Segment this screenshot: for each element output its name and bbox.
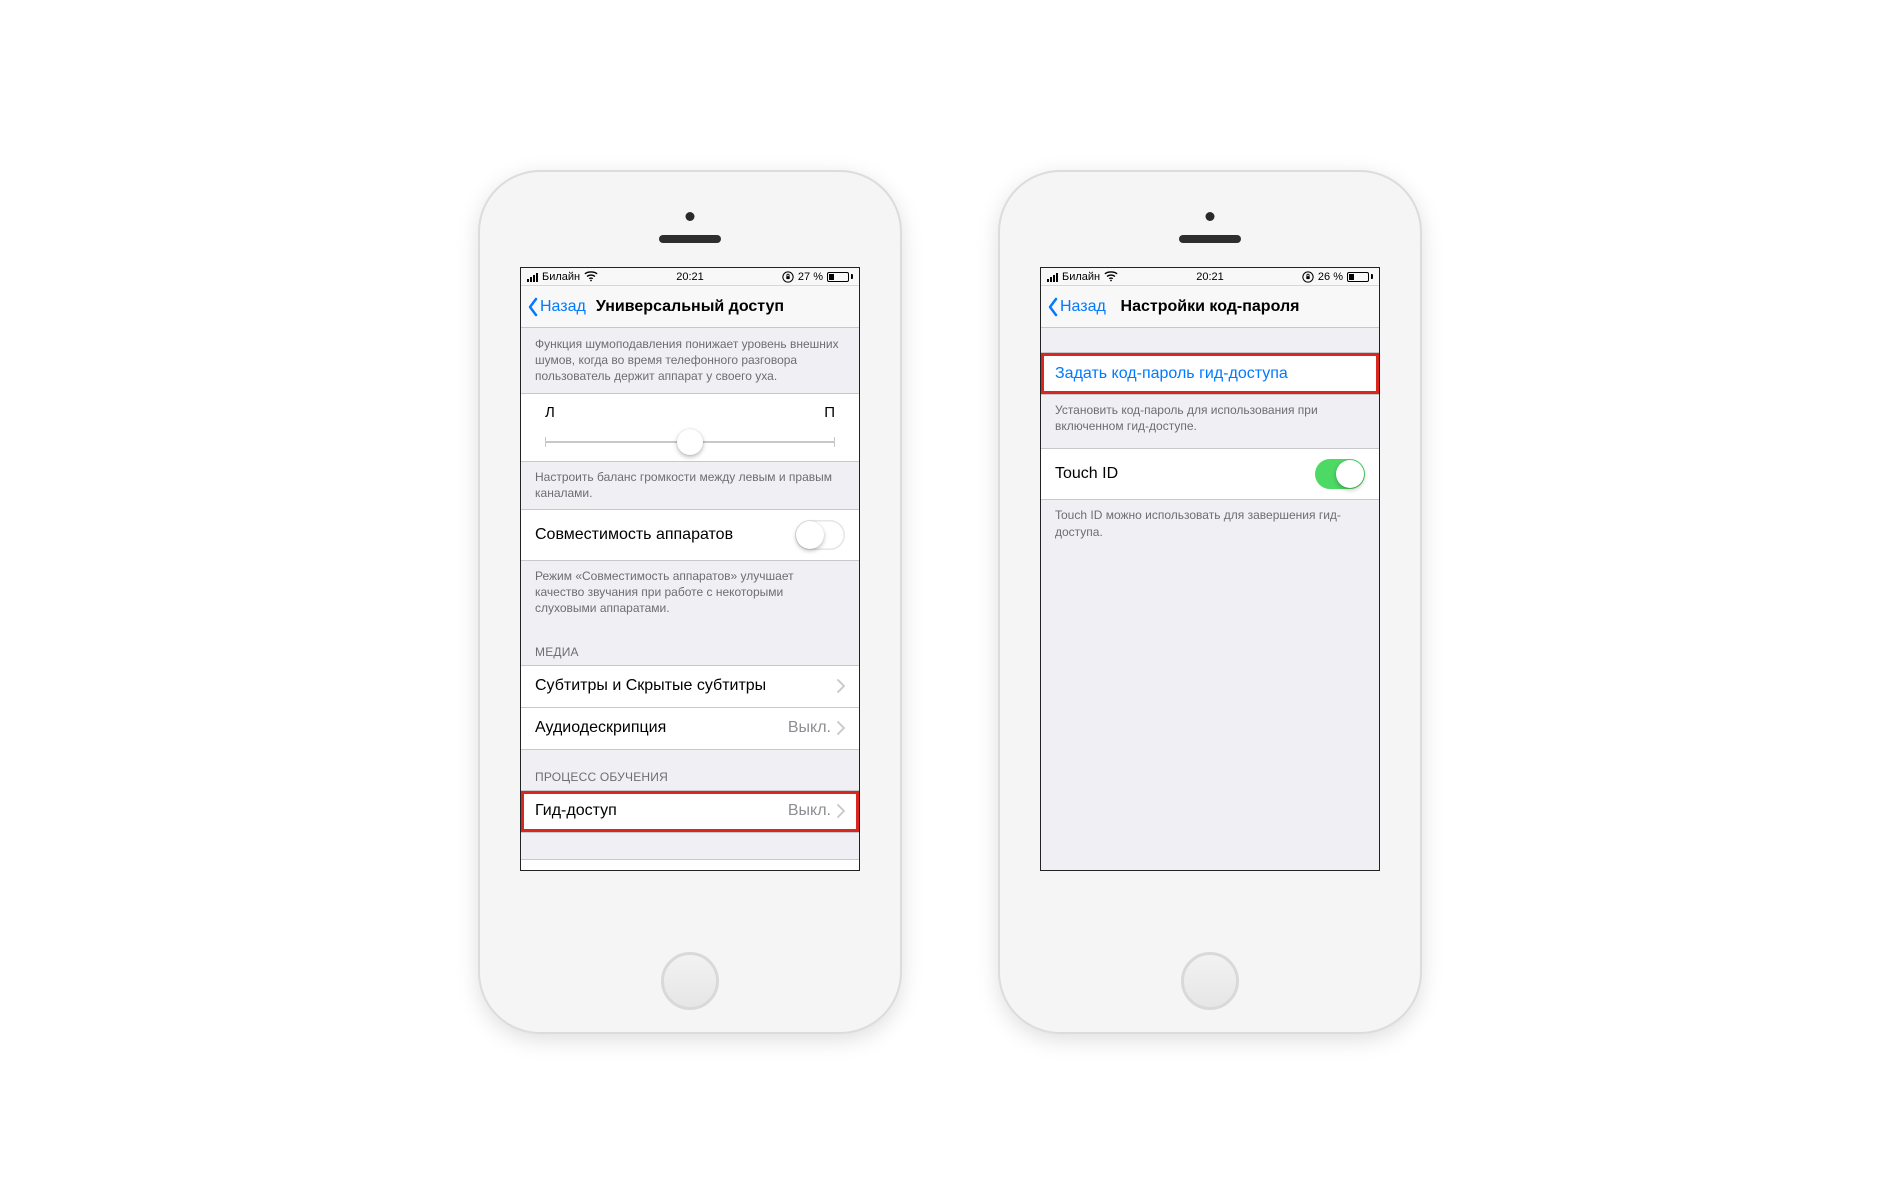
back-button[interactable]: Назад	[527, 297, 586, 317]
nav-bar: Назад Настройки код-пароля	[1041, 286, 1379, 328]
subtitles-label: Субтитры и Скрытые субтитры	[535, 677, 766, 695]
audiodescription-value: Выкл.	[788, 719, 831, 737]
speaker-slot	[1179, 235, 1241, 243]
camera-dot	[1206, 212, 1215, 221]
chevron-right-icon	[837, 804, 845, 818]
guided-access-value: Выкл.	[788, 802, 831, 820]
chevron-right-icon	[837, 721, 845, 735]
carrier-label: Билайн	[542, 271, 580, 283]
guided-access-label: Гид-доступ	[535, 802, 617, 820]
battery-icon	[827, 272, 853, 282]
hearing-aid-footer: Режим «Совместимость аппаратов» улучшает…	[521, 561, 859, 625]
guided-access-cell[interactable]: Гид-доступ Выкл.	[521, 790, 859, 832]
status-time: 20:21	[1196, 271, 1224, 283]
set-passcode-footer: Установить код-пароль для использования …	[1041, 395, 1379, 442]
hearing-aid-cell[interactable]: Совместимость аппаратов	[521, 509, 859, 560]
slider-left-label: Л	[545, 404, 555, 421]
touch-id-label: Touch ID	[1055, 465, 1118, 483]
set-passcode-label: Задать код-пароль гид-доступа	[1055, 365, 1288, 383]
status-bar: Билайн 20:21 26 %	[1041, 268, 1379, 286]
status-time: 20:21	[676, 271, 704, 283]
rotation-lock-icon	[1302, 271, 1314, 283]
touch-id-toggle[interactable]	[1315, 459, 1365, 489]
battery-percent: 27 %	[798, 271, 823, 283]
settings-content[interactable]: Задать код-пароль гид-доступа Установить…	[1041, 328, 1379, 870]
screen-accessibility: Билайн 20:21 27 % Назад Универсальный до…	[520, 267, 860, 871]
nav-bar: Назад Универсальный доступ	[521, 286, 859, 328]
touch-id-footer: Touch ID можно использовать для завершен…	[1041, 500, 1379, 547]
noise-cancel-footer: Функция шумоподавления понижает уровень …	[521, 328, 859, 393]
wifi-icon	[584, 271, 598, 282]
screen-passcode-settings: Билайн 20:21 26 % Назад Настройки код-па…	[1040, 267, 1380, 871]
slider-right-label: П	[824, 404, 835, 421]
settings-content[interactable]: Функция шумоподавления понижает уровень …	[521, 328, 859, 870]
chevron-right-icon	[837, 679, 845, 693]
signal-icon	[1047, 272, 1058, 282]
phone-left: Билайн 20:21 27 % Назад Универсальный до…	[480, 172, 900, 1032]
speaker-slot	[659, 235, 721, 243]
hearing-aid-label: Совместимость аппаратов	[535, 526, 733, 544]
hearing-aid-toggle[interactable]	[795, 520, 845, 550]
status-bar: Билайн 20:21 27 %	[521, 268, 859, 286]
camera-dot	[686, 212, 695, 221]
touch-id-cell[interactable]: Touch ID	[1041, 448, 1379, 499]
wifi-icon	[1104, 271, 1118, 282]
audiodescription-label: Аудиодескрипция	[535, 719, 666, 737]
shortcuts-cell[interactable]: Быстрые команды Выкл.	[521, 859, 859, 871]
subtitles-cell[interactable]: Субтитры и Скрытые субтитры	[521, 665, 859, 707]
home-button[interactable]	[1181, 952, 1239, 1010]
signal-icon	[527, 272, 538, 282]
battery-icon	[1347, 272, 1373, 282]
home-button[interactable]	[661, 952, 719, 1010]
set-passcode-cell[interactable]: Задать код-пароль гид-доступа	[1041, 352, 1379, 394]
back-label: Назад	[1060, 298, 1106, 316]
carrier-label: Билайн	[1062, 271, 1100, 283]
learning-section-header: ПРОЦЕСС ОБУЧЕНИЯ	[521, 750, 859, 790]
balance-slider-cell: Л П	[521, 393, 859, 461]
rotation-lock-icon	[782, 271, 794, 283]
balance-slider[interactable]	[545, 441, 835, 443]
phone-right: Билайн 20:21 26 % Назад Настройки код-па…	[1000, 172, 1420, 1032]
back-button[interactable]: Назад	[1047, 297, 1106, 317]
balance-footer: Настроить баланс громкости между левым и…	[521, 462, 859, 509]
media-section-header: МЕДИА	[521, 625, 859, 665]
battery-percent: 26 %	[1318, 271, 1343, 283]
audiodescription-cell[interactable]: Аудиодескрипция Выкл.	[521, 707, 859, 749]
back-label: Назад	[540, 298, 586, 316]
slider-thumb[interactable]	[677, 429, 703, 455]
